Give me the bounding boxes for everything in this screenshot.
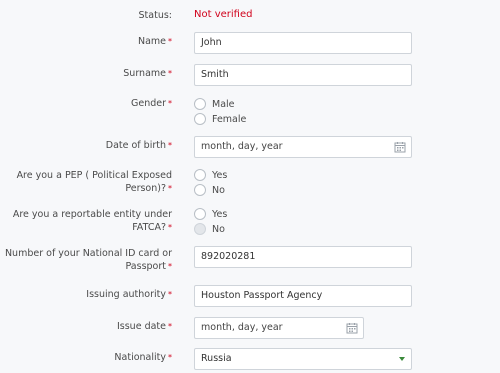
status-label: Status: <box>138 10 172 21</box>
fatca-yes-radio[interactable] <box>194 208 206 220</box>
fatca-yes-option[interactable]: Yes <box>194 207 227 221</box>
dob-input[interactable]: month, day, year <box>194 136 412 158</box>
profile-form: Status: Not verified Name * John Surname *… <box>0 0 500 373</box>
pep-yes-radio[interactable] <box>194 169 206 181</box>
fatca-label: Are you a reportable entity under FATCA?… <box>12 209 172 233</box>
pep-label: Are you a PEP ( Political Exposed Person… <box>16 170 172 194</box>
gender-label: Gender * <box>130 98 172 109</box>
gender-female-option[interactable]: Female <box>194 112 246 126</box>
national-id-input[interactable]: 892020281 <box>194 246 412 268</box>
fatca-no-option[interactable]: No <box>194 222 225 236</box>
fatca-no-radio[interactable] <box>194 223 206 235</box>
issue-date-input[interactable]: month, day, year <box>194 317 364 339</box>
nationality-label: Nationality * <box>114 352 172 363</box>
gender-female-radio[interactable] <box>194 113 206 125</box>
authority-label: Issuing authority * <box>86 289 172 300</box>
nationality-select[interactable]: Russia <box>194 348 412 370</box>
national-id-label: Number of your National ID card or Passp… <box>4 248 172 272</box>
issue-date-label: Issue date * <box>116 321 172 332</box>
pep-no-radio[interactable] <box>194 184 206 196</box>
chevron-down-icon[interactable] <box>399 357 405 361</box>
name-label: Name * <box>137 36 172 47</box>
calendar-icon[interactable] <box>394 141 406 153</box>
calendar-icon[interactable] <box>346 322 358 334</box>
dob-label: Date of birth * <box>105 140 172 151</box>
surname-label: Surname * <box>123 68 172 79</box>
pep-yes-option[interactable]: Yes <box>194 168 227 182</box>
status-value: Not verified <box>194 9 253 20</box>
gender-male-radio[interactable] <box>194 98 206 110</box>
surname-input[interactable]: Smith <box>194 64 412 86</box>
pep-no-option[interactable]: No <box>194 183 225 197</box>
gender-male-option[interactable]: Male <box>194 97 235 111</box>
name-input[interactable]: John <box>194 32 412 54</box>
authority-input[interactable]: Houston Passport Agency <box>194 285 412 307</box>
